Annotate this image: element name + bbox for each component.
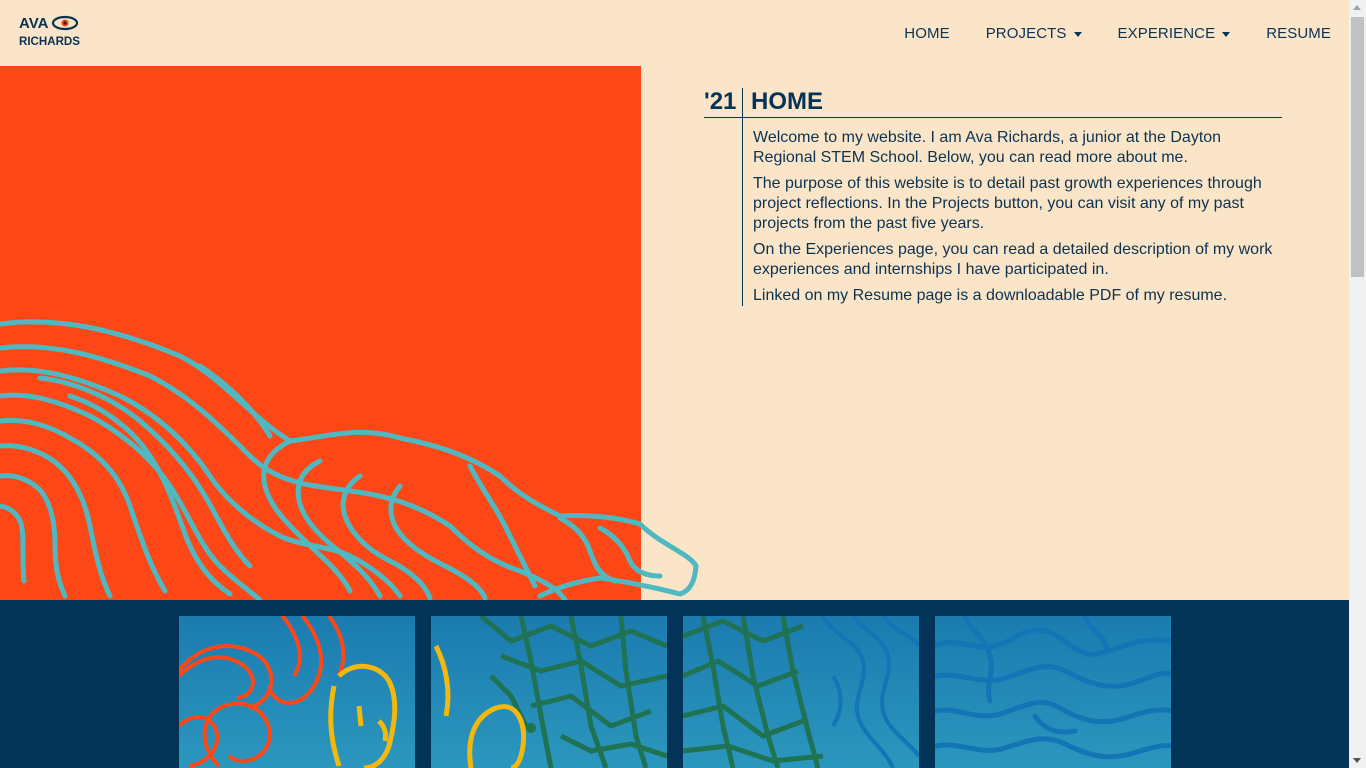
main-nav: HOME PROJECTS EXPERIENCE RESUME <box>886 22 1331 45</box>
tile-art-1 <box>179 616 398 768</box>
logo-text-line1: AVA <box>19 15 49 32</box>
page-title: HOME <box>751 88 823 115</box>
caret-down-icon <box>1222 31 1231 37</box>
tile-art-2 <box>433 616 667 768</box>
caret-down-icon <box>1073 31 1082 37</box>
title-row: '21 HOME <box>704 88 1282 118</box>
nav-home-label: HOME <box>904 25 950 42</box>
nav-projects-label: PROJECTS <box>985 25 1067 42</box>
paragraph-experiences: On the Experiences page, you can read a … <box>753 241 1273 278</box>
scroll-up-icon[interactable] <box>1353 5 1361 10</box>
scroll-thumb[interactable] <box>1351 17 1364 277</box>
brand-logo[interactable]: AVA RICHARDS <box>19 14 81 48</box>
year-label: '21 <box>704 88 743 117</box>
squiggle-art <box>0 319 699 603</box>
logo-text-line2: RICHARDS <box>19 34 80 48</box>
gallery-tile-2[interactable] <box>431 616 667 768</box>
gallery-tile-1[interactable] <box>179 616 415 768</box>
paragraph-purpose: The purpose of this website is to detail… <box>753 175 1262 232</box>
nav-experience[interactable]: EXPERIENCE <box>1100 22 1249 45</box>
home-content: '21 HOME Welcome to my website. I am Ava… <box>704 88 1282 306</box>
paragraph-resume: Linked on my Resume page is a downloadab… <box>753 287 1228 304</box>
gallery-tile-3[interactable] <box>683 616 919 768</box>
eye-icon <box>51 15 79 31</box>
nav-resume-label: RESUME <box>1266 25 1331 42</box>
site-header: AVA RICHARDS HOME PROJECTS EXPERIENCE RE… <box>0 0 1349 66</box>
intro-text: Welcome to my website. I am Ava Richards… <box>742 118 1282 306</box>
nav-home[interactable]: HOME <box>886 22 967 45</box>
nav-experience-label: EXPERIENCE <box>1117 25 1216 42</box>
page-scrollbar[interactable] <box>1349 0 1366 768</box>
paragraph-welcome: Welcome to my website. I am Ava Richards… <box>753 129 1222 166</box>
hero-artwork <box>0 66 699 603</box>
project-gallery <box>0 600 1349 768</box>
tile-art-3 <box>683 616 919 768</box>
nav-projects[interactable]: PROJECTS <box>968 22 1100 45</box>
tile-art-4 <box>935 616 1171 760</box>
nav-resume[interactable]: RESUME <box>1248 22 1331 45</box>
scroll-down-icon[interactable] <box>1353 758 1361 763</box>
gallery-tile-4[interactable] <box>935 616 1171 768</box>
